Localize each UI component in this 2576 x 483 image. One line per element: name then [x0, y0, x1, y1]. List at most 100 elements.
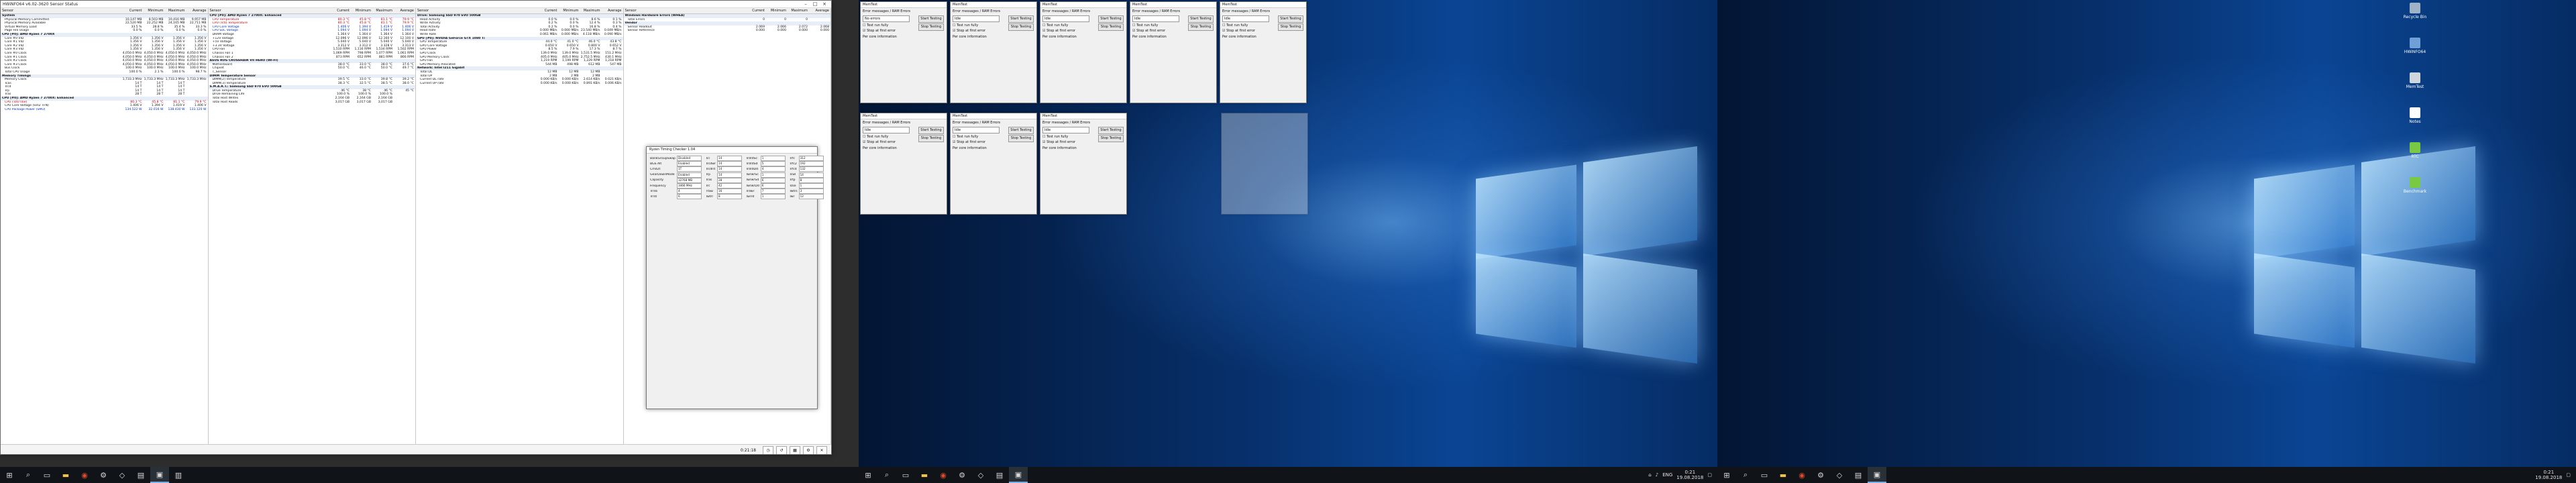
notifications-icon[interactable]: ▢	[2566, 472, 2571, 478]
memtest-window[interactable]: MemTest Error messages / RAM Errors Idle St…	[950, 1, 1037, 103]
memtest-status-field[interactable]: Idle	[953, 127, 1000, 133]
timing-value[interactable]: 6	[676, 194, 702, 200]
timing-value[interactable]: 16	[716, 189, 742, 195]
stop-testing-button[interactable]: Stop Testing	[1278, 23, 1303, 31]
explorer-icon[interactable]: ▬	[56, 467, 75, 483]
header-minimum[interactable]: Minimum	[559, 8, 580, 13]
timing-value[interactable]: 192	[798, 161, 824, 167]
memtest-status-field[interactable]: Idle	[863, 127, 910, 133]
header-minimum[interactable]: Minimum	[766, 8, 788, 13]
browser-icon[interactable]: ◉	[934, 467, 953, 483]
network-icon[interactable]: ⌂	[1648, 472, 1651, 478]
start-icon[interactable]: ⊞	[859, 467, 877, 483]
header-maximum[interactable]: Maximum	[165, 8, 186, 13]
desktop-icon[interactable]: RTC	[2402, 142, 2428, 159]
header-current[interactable]: Current	[122, 8, 144, 13]
timing-value[interactable]: 5	[760, 161, 786, 167]
desktop-icon[interactable]: Notes	[2402, 107, 2428, 124]
memtest-status-field[interactable]: Idle	[1222, 15, 1269, 22]
timing-value[interactable]: 1	[760, 156, 786, 162]
timing-value[interactable]: 6	[760, 183, 786, 189]
timing-value[interactable]: 7	[760, 189, 786, 195]
settings-icon[interactable]: ⚙	[803, 445, 814, 454]
start-icon[interactable]: ⊞	[1717, 467, 1736, 483]
sensor-row[interactable]: Total Host Reads 3,017 GB 3,017 GB 3,017 GB	[209, 101, 416, 105]
close-icon[interactable]: ✕	[816, 445, 827, 454]
store-icon[interactable]: ◇	[1830, 467, 1849, 483]
task-view-icon[interactable]: ▭	[1755, 467, 1774, 483]
minimize-icon[interactable]: –	[801, 1, 810, 7]
memtest-window[interactable]: MemTest Error messages / RAM Errors Idle St…	[1040, 1, 1127, 103]
explorer-icon[interactable]: ▬	[915, 467, 934, 483]
memtest-window[interactable]: MemTest Error messages / RAM Errors Idle St…	[1040, 113, 1127, 215]
timing-value[interactable]: 4	[676, 189, 702, 195]
stop-testing-button[interactable]: Stop Testing	[918, 135, 944, 142]
hwinfo-titlebar[interactable]: HWiNFO64 v6.02-3620 Sensor Status – □ ×	[1, 1, 831, 8]
column-header[interactable]: Sensor Current Minimum Maximum Average	[208, 8, 415, 14]
desktop-icon[interactable]: Benchmark	[2402, 177, 2428, 194]
header-current[interactable]: Current	[329, 8, 351, 13]
timing-value[interactable]: 42	[716, 183, 742, 189]
start-testing-button[interactable]: Start Testing	[1098, 127, 1124, 134]
start-testing-button[interactable]: Start Testing	[918, 127, 944, 134]
timing-value[interactable]: Disabled	[676, 156, 702, 162]
maximize-icon[interactable]: □	[810, 1, 820, 7]
timing-value[interactable]: 14	[716, 161, 742, 167]
start-testing-button[interactable]: Start Testing	[918, 15, 944, 23]
memtest-status-field[interactable]: No errors	[863, 15, 910, 22]
start-testing-button[interactable]: Start Testing	[1008, 127, 1034, 134]
start-testing-button[interactable]: Start Testing	[1278, 15, 1303, 23]
timing-value[interactable]: 1T	[676, 166, 702, 172]
memtest-window[interactable]: MemTest Error messages / RAM Errors Idle St…	[860, 113, 947, 215]
stop-testing-button[interactable]: Stop Testing	[1008, 23, 1034, 31]
desktop-icon[interactable]: Recycle Bin	[2402, 3, 2428, 19]
start-testing-button[interactable]: Start Testing	[1098, 15, 1124, 23]
search-icon[interactable]: ⌕	[1736, 467, 1755, 483]
header-average[interactable]: Average	[186, 8, 208, 13]
terminal-icon[interactable]: ▤	[990, 467, 1009, 483]
header-minimum[interactable]: Minimum	[351, 8, 372, 13]
explorer-icon[interactable]: ▬	[1774, 467, 1792, 483]
timing-value[interactable]: 14	[716, 172, 742, 178]
timing-value[interactable]: 32768 MB	[676, 177, 702, 183]
taskbar-clock[interactable]: 0:21 19.08.2018	[1676, 470, 1703, 480]
layout-icon[interactable]: ▦	[790, 445, 800, 454]
timing-value[interactable]: 3466 MHz	[676, 183, 702, 189]
start-testing-button[interactable]: Start Testing	[1008, 15, 1034, 23]
memtest-status-field[interactable]: Idle	[953, 15, 1000, 22]
search-icon[interactable]: ⌕	[877, 467, 896, 483]
hwinfo-task-icon[interactable]: ▣	[150, 467, 169, 483]
desktop-icon[interactable]: MemTest	[2402, 72, 2428, 89]
reset-icon[interactable]: ↺	[776, 445, 787, 454]
desktop-icon[interactable]: HWiNFO64	[2402, 38, 2428, 54]
timings-dialog[interactable]: Ryzen Timing Checker 1.04 BankGroupSwap D…	[646, 146, 824, 409]
timing-value[interactable]: 1	[760, 194, 786, 200]
memtest-window[interactable]: MemTest Error messages / RAM Errors Idle St…	[1220, 1, 1307, 103]
memtest-status-field[interactable]: Idle	[1042, 127, 1089, 133]
header-maximum[interactable]: Maximum	[372, 8, 394, 13]
taskbar-clock[interactable]: 0:21 19.08.2018	[2535, 470, 2562, 480]
stop-testing-button[interactable]: Stop Testing	[1188, 23, 1214, 31]
timing-value[interactable]: Enabled	[676, 161, 702, 167]
timing-value[interactable]: 14	[798, 172, 824, 178]
header-current[interactable]: Current	[537, 8, 559, 13]
sensor-row[interactable]: Sensor Reference 0.000 0.000 0.000 0.000	[624, 29, 831, 33]
timing-value[interactable]: 28	[716, 177, 742, 183]
memtest-status-field[interactable]: Idle	[1042, 15, 1089, 22]
timing-value[interactable]: 1	[798, 183, 824, 189]
settings-icon[interactable]: ⚙	[953, 467, 971, 483]
column-header[interactable]: Sensor Current Minimum Maximum Average	[1, 8, 208, 14]
memtest-window[interactable]: MemTest Error messages / RAM Errors No err…	[860, 1, 947, 103]
memtest-status-field[interactable]: Idle	[1132, 15, 1179, 22]
timing-value[interactable]: 6	[760, 177, 786, 183]
sensor-row[interactable]: CPU Package Power (SMU) 134.522 W 32.016 W…	[1, 108, 208, 112]
header-average[interactable]: Average	[809, 8, 830, 13]
settings-icon[interactable]: ⚙	[1811, 467, 1830, 483]
header-maximum[interactable]: Maximum	[580, 8, 602, 13]
task-view-icon[interactable]: ▭	[38, 467, 56, 483]
header-average[interactable]: Average	[602, 8, 623, 13]
timing-value[interactable]: 8	[798, 177, 824, 183]
header-sensor[interactable]: Sensor	[416, 8, 537, 13]
stop-testing-button[interactable]: Stop Testing	[1098, 23, 1124, 31]
app-icon[interactable]: ▥	[169, 467, 188, 483]
